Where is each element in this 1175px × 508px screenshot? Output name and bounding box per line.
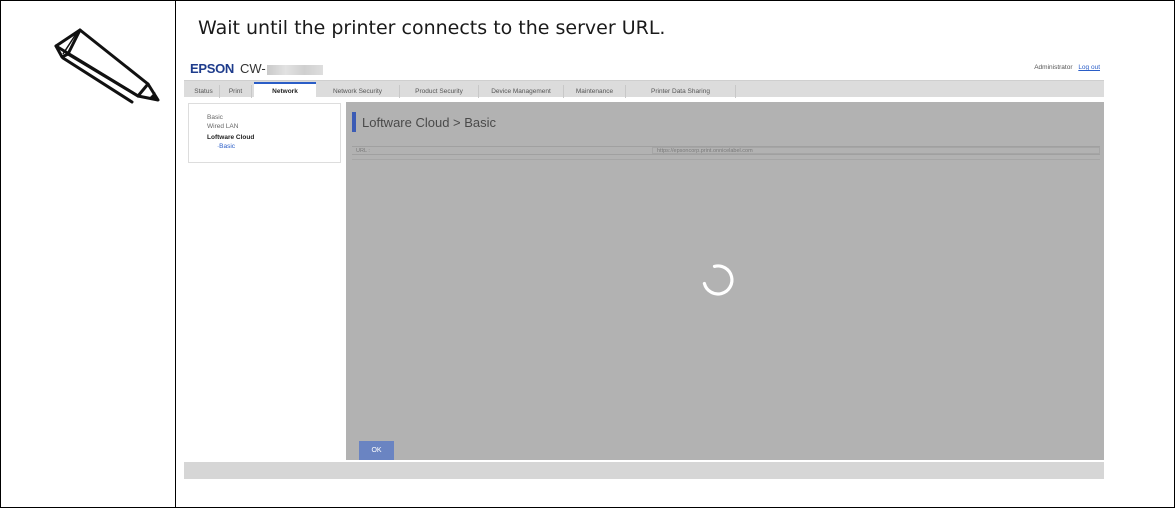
tab-product-security[interactable]: Product Security (400, 85, 479, 98)
app-footer (184, 462, 1104, 479)
url-field[interactable]: https://epsoncorp.print.onnicelabel.com (652, 147, 1100, 154)
loading-overlay: Loftware Cloud > Basic URL : https://eps… (346, 102, 1104, 460)
tab-print[interactable]: Print (220, 85, 252, 98)
user-role: Administrator (1034, 64, 1073, 71)
loading-spinner-icon (702, 264, 734, 296)
tab-maintenance[interactable]: Maintenance (564, 85, 626, 98)
ok-button[interactable]: OK (359, 441, 394, 460)
sidebar-item-basic[interactable]: Basic (207, 114, 223, 121)
tab-status[interactable]: Status (188, 85, 220, 98)
web-config-screenshot: EPSON CW- Administrator Log out Status P… (184, 56, 1104, 479)
user-area: Administrator Log out (1034, 64, 1100, 71)
model-prefix: CW- (240, 61, 266, 76)
logout-link[interactable]: Log out (1078, 64, 1100, 71)
tab-printer-data-sharing[interactable]: Printer Data Sharing (626, 85, 736, 98)
tab-network[interactable]: Network (254, 82, 316, 98)
tab-network-security[interactable]: Network Security (316, 85, 400, 98)
page-title-accent (352, 112, 356, 132)
brand-logo: EPSON (190, 61, 235, 76)
instruction-text: Wait until the printer connects to the s… (198, 17, 666, 39)
app-header: EPSON CW- Administrator Log out (184, 56, 1104, 80)
url-row: URL : https://epsoncorp.print.onnicelabe… (352, 146, 1100, 155)
model-name: CW- (240, 61, 323, 76)
sidebar-item-loftware-cloud[interactable]: Loftware Cloud (207, 134, 254, 141)
tab-device-management[interactable]: Device Management (479, 85, 564, 98)
url-label: URL : (356, 148, 370, 154)
row-divider (352, 159, 1100, 160)
pencil-note-icon (54, 28, 160, 104)
sidebar: Basic Wired LAN Loftware Cloud ·Basic (188, 103, 341, 163)
sidebar-item-loftware-basic[interactable]: ·Basic (217, 143, 235, 150)
column-divider (175, 0, 176, 508)
sidebar-item-wired-lan[interactable]: Wired LAN (207, 123, 238, 130)
page-title: Loftware Cloud > Basic (362, 115, 497, 130)
masked-model-number (266, 64, 323, 75)
tab-bar: Status Print Network Network Security Pr… (184, 80, 1104, 98)
